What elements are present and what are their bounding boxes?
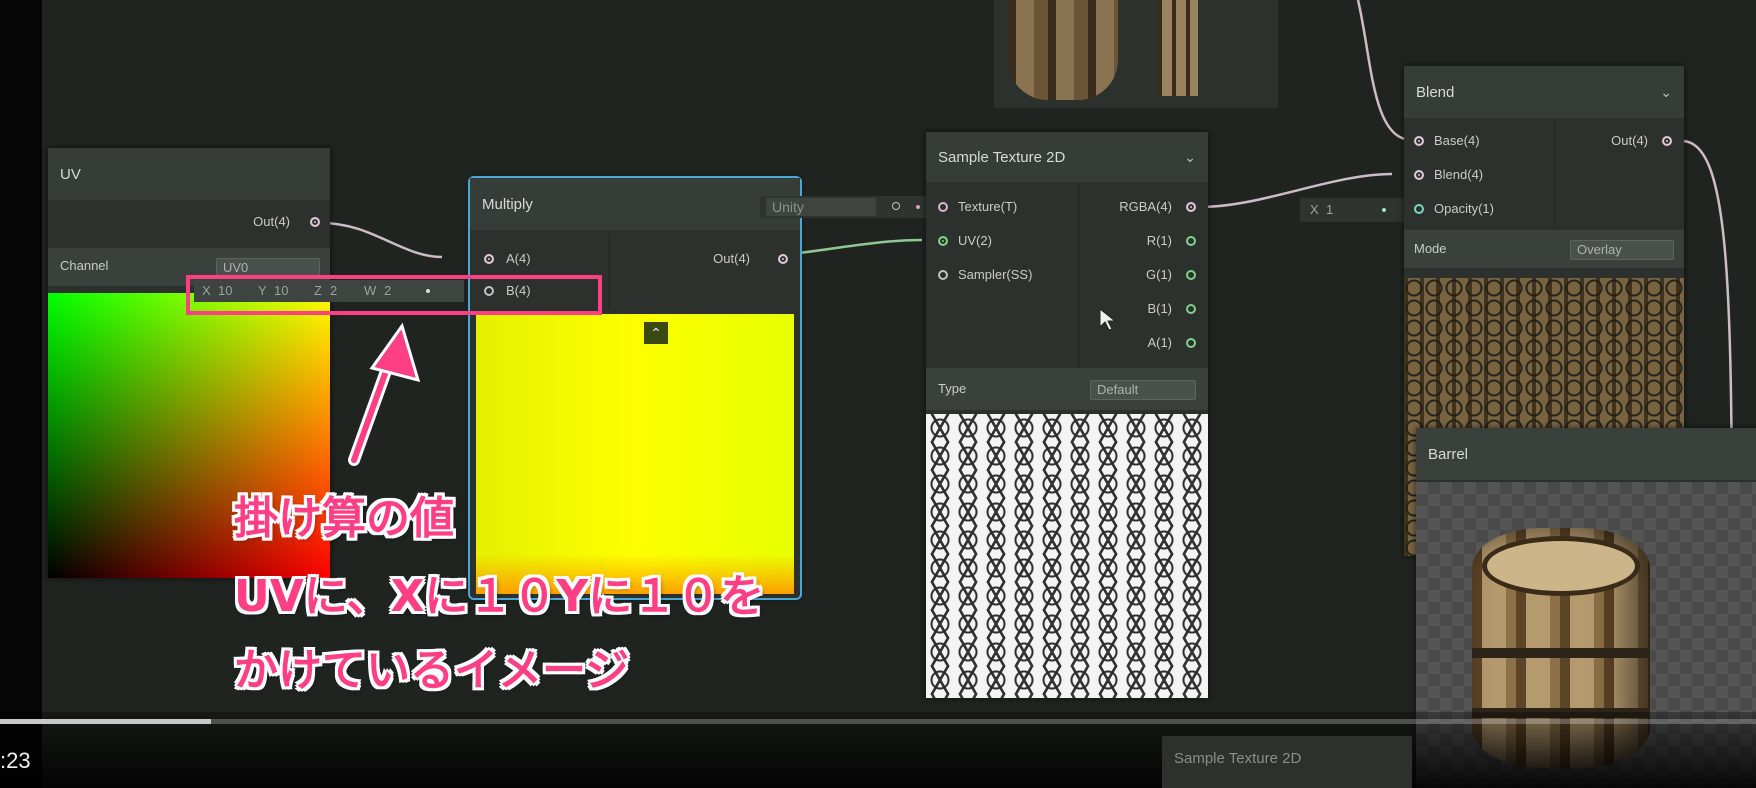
annotation-line-2: UVに、Xに１０Yに１０を	[234, 571, 765, 622]
annotation-line-1: 掛け算の値	[234, 493, 454, 544]
progress-fill	[0, 719, 211, 724]
sampler-in-label: Sampler(SS)	[958, 267, 1033, 282]
rgba-out-port[interactable]	[1186, 202, 1196, 212]
sample-texture-title: Sample Texture 2D	[938, 148, 1066, 166]
texture-input-circle	[892, 202, 900, 210]
base-in-port[interactable]	[1414, 136, 1424, 146]
barrel-title: Barrel	[1428, 445, 1469, 463]
chevron-down-icon[interactable]: ⌄	[1660, 84, 1672, 101]
annotation-arrow-icon	[348, 322, 421, 466]
mode-value: Overlay	[1577, 242, 1622, 257]
mode-row: Mode Overlay	[1404, 230, 1684, 268]
video-controls: :23	[0, 712, 1756, 788]
uv-out-port[interactable]	[310, 217, 320, 227]
r-out-label: R(1)	[1146, 233, 1172, 248]
type-value: Default	[1097, 382, 1139, 397]
texture-in-port[interactable]	[938, 202, 948, 212]
multiply-divider	[608, 234, 610, 308]
blend-in-port[interactable]	[1414, 170, 1424, 180]
type-row: Type Default	[926, 368, 1208, 410]
uv-in-label: UV(2)	[958, 233, 992, 248]
b-out-port[interactable]	[1186, 304, 1196, 314]
uv-node-title: UV	[60, 165, 81, 183]
texture-input-field[interactable]: Unity	[760, 196, 938, 218]
a-out-port[interactable]	[1186, 338, 1196, 348]
sample-texture-node[interactable]: Sample Texture 2D ⌄ Texture(T) UV(2) Sam…	[926, 132, 1208, 698]
blend-header[interactable]: Blend ⌄	[1404, 66, 1684, 118]
left-dark-bar	[0, 0, 42, 788]
opacity-connector-dot	[1382, 208, 1386, 212]
mode-label: Mode	[1414, 241, 1447, 256]
highlight-box	[186, 275, 602, 315]
sample-texture-bottom-title: Sample Texture 2D	[1174, 750, 1302, 767]
opacity-x-value[interactable]: 1	[1326, 202, 1333, 217]
uv-node-header[interactable]: UV	[48, 148, 330, 200]
type-label: Type	[938, 381, 967, 396]
opacity-x-label: X	[1310, 202, 1319, 217]
unity-logo-pattern-preview	[926, 414, 1208, 698]
sampler-in-port[interactable]	[938, 270, 948, 280]
multiply-a-label: A(4)	[506, 251, 531, 266]
chevron-down-icon[interactable]: ⌄	[1184, 149, 1196, 166]
base-in-label: Base(4)	[1434, 133, 1480, 148]
uv-out-label: Out(4)	[253, 214, 290, 229]
texture-thumbnail-top	[994, 0, 1278, 108]
multiply-out-port[interactable]	[778, 254, 788, 264]
video-frame: UV Out(4) Channel UV0 Multiply ⌄ A(4) B(…	[0, 0, 1756, 788]
chevron-up-icon[interactable]: ⌃	[644, 322, 668, 344]
multiply-a-port[interactable]	[484, 254, 494, 264]
mode-dropdown[interactable]: Overlay	[1570, 240, 1674, 260]
sample-texture-header[interactable]: Sample Texture 2D ⌄	[926, 132, 1208, 182]
uv-in-port[interactable]	[938, 236, 948, 246]
mouse-cursor-icon	[1099, 308, 1116, 331]
rgba-out-label: RGBA(4)	[1119, 199, 1172, 214]
blend-title: Blend	[1416, 83, 1455, 101]
g-out-port[interactable]	[1186, 270, 1196, 280]
edge-uv-multiply	[321, 221, 443, 259]
type-dropdown[interactable]: Default	[1090, 380, 1196, 400]
blend-divider	[1554, 120, 1556, 228]
blend-out-label: Out(4)	[1611, 133, 1648, 148]
blend-out-port[interactable]	[1662, 136, 1672, 146]
annotation-line-3: かけているイメージ	[234, 645, 630, 696]
opacity-in-label: Opacity(1)	[1434, 201, 1494, 216]
progress-bar[interactable]	[0, 719, 1756, 724]
multiply-preview	[476, 314, 794, 594]
texture-in-label: Texture(T)	[958, 199, 1018, 214]
timestamp: :23	[0, 748, 31, 773]
multiply-out-label: Out(4)	[713, 251, 750, 266]
g-out-label: G(1)	[1146, 267, 1172, 282]
texture-input-value: Unity	[766, 198, 876, 216]
a-out-label: A(1)	[1147, 335, 1172, 350]
blend-in-label: Blend(4)	[1434, 167, 1484, 182]
b-out-label: B(1)	[1147, 301, 1172, 316]
barrel-header[interactable]: Barrel	[1416, 428, 1756, 480]
opacity-in-port[interactable]	[1414, 204, 1424, 214]
multiply-node-header[interactable]: Multiply ⌄	[470, 178, 800, 230]
uv-channel-label: Channel	[60, 258, 109, 273]
texture-input-dot	[916, 205, 920, 209]
uv-channel-value: UV0	[223, 260, 249, 275]
multiply-node[interactable]: Multiply ⌄ A(4) B(4) Out(4) ⌃	[468, 176, 802, 600]
multiply-node-title: Multiply	[482, 195, 533, 213]
sample-texture-bottom-node[interactable]: Sample Texture 2D	[1162, 736, 1412, 788]
r-out-port[interactable]	[1186, 236, 1196, 246]
